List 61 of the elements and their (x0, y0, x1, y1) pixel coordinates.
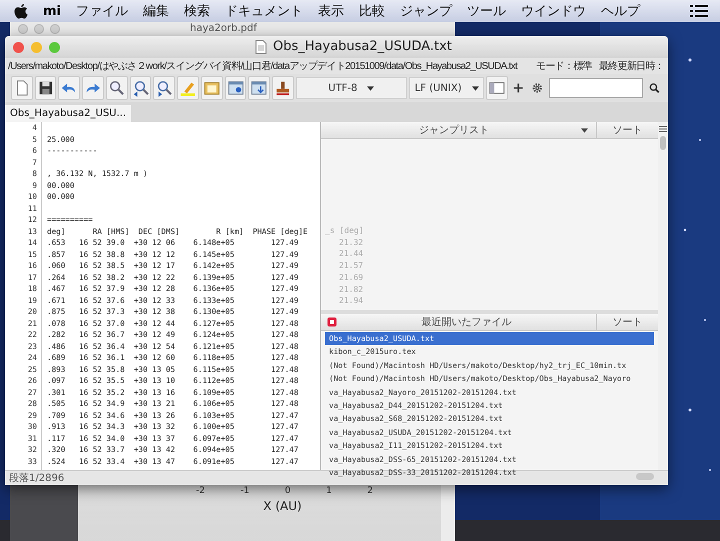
panel-title: ジャンプリスト (418, 124, 490, 137)
caret-icon (367, 86, 374, 90)
axis-tick-label: 0 (284, 486, 291, 496)
faded-code-text: 21.57 (338, 260, 364, 272)
menu-item[interactable]: ジャンプ (400, 2, 452, 20)
search-next-icon[interactable] (153, 76, 176, 100)
window-title: Obs_Hayabusa2_USUDA.txt (273, 39, 452, 54)
modified-label: 最終更新日時： (598, 60, 664, 73)
file-path: /Users/makoto/Desktop/はやぶさ２work/スイングバイ資料/山口君/dataアップデイト20151009/data/Obs_Hayabusa2_USUDA.txt (8, 60, 518, 73)
close-button[interactable] (13, 42, 24, 52)
menu-item[interactable]: ファイル (76, 2, 128, 20)
search-previous-icon[interactable] (130, 76, 152, 100)
save-icon[interactable] (34, 76, 56, 100)
menu-icon[interactable] (659, 126, 667, 132)
scrollbar[interactable] (658, 122, 668, 470)
menu-item[interactable]: 比較 (359, 2, 386, 20)
apple-icon[interactable] (14, 3, 28, 19)
undo-icon[interactable] (58, 76, 80, 100)
faded-code-text: 21.32 (338, 236, 364, 248)
axis-label: X (AU) (262, 499, 303, 513)
redo-icon[interactable] (82, 76, 104, 100)
axis-tick-label: -1 (240, 486, 250, 496)
status-text: 段落1/2896 (8, 472, 66, 485)
document-icon (255, 40, 267, 54)
caret-icon (472, 86, 479, 90)
menu-item[interactable]: 表示 (318, 2, 344, 20)
menu-item[interactable]: ツール (467, 2, 506, 20)
window-icon[interactable] (248, 76, 270, 100)
encoding-dropdown[interactable]: UTF-8 (296, 77, 407, 99)
caret-icon[interactable] (581, 128, 588, 132)
faded-code-text: 21.69 (338, 272, 364, 284)
search-icon[interactable] (649, 82, 660, 94)
axis-tick-label: 2 (367, 486, 373, 496)
axis-tick-label: 1 (326, 486, 332, 496)
axis-tick-label: -2 (196, 486, 205, 496)
scroll-thumb[interactable] (660, 136, 666, 150)
sidebar-icon[interactable] (486, 76, 508, 100)
faded-code-text: 21.94 (338, 295, 364, 307)
document-tab[interactable]: Obs_Hayabusa2_USU... (5, 105, 132, 122)
app-menu[interactable]: mi (43, 4, 62, 18)
window-icon[interactable] (224, 76, 246, 100)
faded-code-text: 21.44 (338, 248, 364, 260)
menu-item[interactable]: ヘルプ (601, 2, 640, 20)
list-icon[interactable] (690, 4, 708, 18)
faded-code-text: _s [deg] (324, 224, 364, 236)
line-ending-dropdown[interactable]: LF (UNIX) (408, 77, 484, 99)
menu-item[interactable]: ウインドウ (521, 2, 586, 20)
menu-item[interactable]: 編集 (143, 2, 170, 20)
scroll-thumb[interactable] (636, 473, 654, 480)
folder-icon[interactable] (200, 76, 223, 100)
faded-code-text: 21.82 (338, 284, 364, 296)
new-document-icon[interactable] (11, 76, 33, 100)
search-field[interactable] (549, 78, 644, 98)
menu-item[interactable]: ドキュメント (225, 2, 304, 20)
plus-icon[interactable] (513, 82, 524, 94)
window-title: haya2orb.pdf (190, 23, 257, 35)
mode-label: モード：標準 (536, 60, 592, 73)
menu-item[interactable]: 検索 (184, 2, 210, 20)
gear-icon[interactable] (532, 82, 542, 94)
stamp-icon[interactable] (272, 76, 294, 100)
panel-title: 最近開いたファイル (420, 316, 512, 329)
